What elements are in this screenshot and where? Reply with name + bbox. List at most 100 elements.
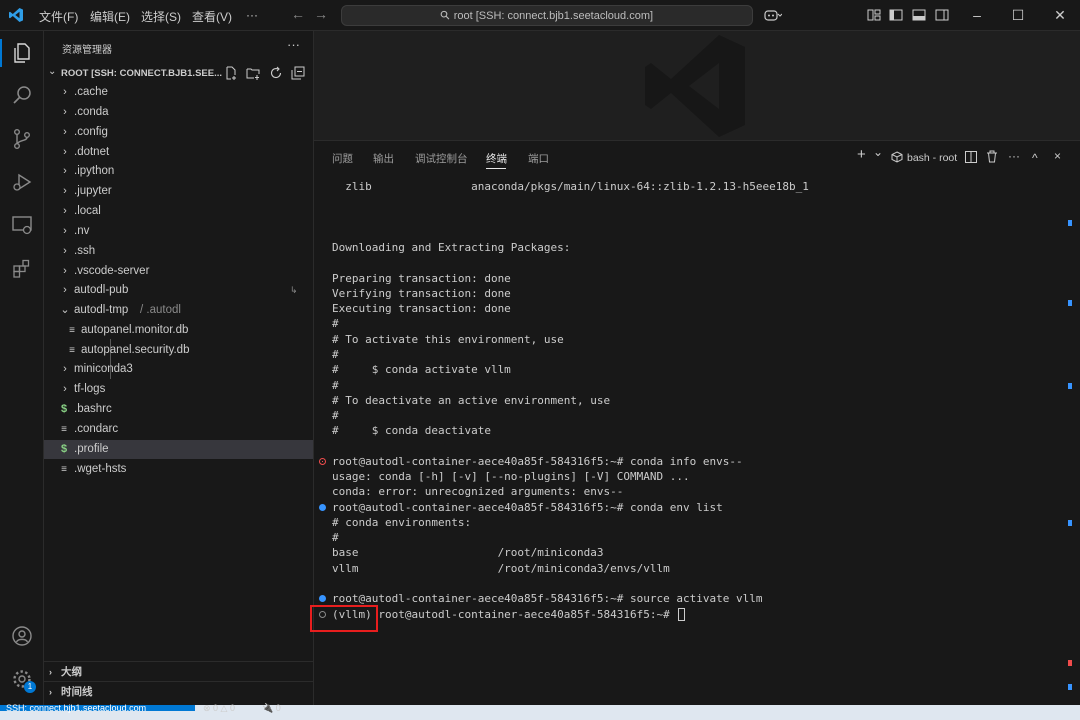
terminal-name[interactable]: bash - root	[907, 152, 957, 164]
tree-item-cache[interactable]: › .cache	[44, 83, 313, 102]
tab-output[interactable]: 输出	[373, 151, 394, 166]
run-debug-icon[interactable]	[10, 170, 34, 194]
chevron-down-icon[interactable]: ⌄	[873, 145, 883, 159]
tab-debug-console[interactable]: 调试控制台	[415, 151, 468, 166]
file-lines-icon: ≡	[61, 424, 67, 435]
terminal-line-text: # conda environments:	[332, 515, 472, 529]
tree-item-nv[interactable]: › .nv	[44, 222, 313, 241]
maximize-icon[interactable]: ☐	[1008, 5, 1028, 25]
chevron-right-icon: ›	[63, 363, 67, 375]
more-actions-icon[interactable]: ···	[1008, 149, 1020, 163]
terminal-line-text: root@autodl-container-aece40a85f-584316f…	[332, 454, 743, 468]
menu-selection[interactable]: 选择(S)	[141, 8, 181, 25]
terminal-line-text: #	[332, 317, 339, 331]
tree-item-profile[interactable]: $ .profile	[44, 440, 313, 459]
vscode-watermark-icon	[645, 35, 745, 137]
scrollbar-marker	[1068, 520, 1072, 526]
shell-dollar-icon: $	[60, 403, 68, 415]
workspace-root[interactable]: ⌄ ROOT [SSH: CONNECT.BJB1.SEE...	[44, 64, 314, 84]
collapse-all-icon[interactable]	[291, 66, 305, 80]
trash-icon[interactable]	[986, 150, 998, 163]
terminal-line-text: Executing transaction: done	[332, 302, 511, 316]
chevron-right-icon: ›	[63, 126, 67, 138]
more-actions-icon[interactable]: ···	[287, 37, 300, 52]
tab-problems[interactable]: 问题	[332, 151, 353, 166]
toggle-primary-sidebar-icon[interactable]	[889, 8, 903, 22]
chevron-right-icon: ›	[63, 265, 67, 277]
outline-section[interactable]: › 大纲	[44, 661, 314, 681]
toggle-panel-icon[interactable]	[912, 8, 926, 22]
command-success-icon[interactable]	[319, 503, 326, 511]
customize-layout-icon[interactable]	[867, 8, 881, 22]
forward-button[interactable]: →	[314, 6, 328, 22]
back-button[interactable]: ←	[291, 6, 305, 22]
new-folder-icon[interactable]	[246, 66, 260, 80]
tree-item-autodl-pub[interactable]: › autodl-pub ↳	[44, 281, 313, 300]
tab-terminal[interactable]: 终端	[486, 151, 507, 166]
terminal-line-text: # To deactivate an active environment, u…	[332, 393, 611, 407]
tree-item-label: .profile	[74, 443, 109, 455]
chevron-right-icon: ›	[63, 86, 67, 98]
tree-item-bashrc[interactable]: $ .bashrc	[44, 400, 313, 419]
compact-folder-suffix: / .autodl	[140, 304, 181, 316]
tree-item-label: autodl-pub	[74, 284, 129, 296]
explorer-icon[interactable]	[10, 41, 34, 65]
command-failed-icon[interactable]	[319, 457, 326, 465]
tab-ports[interactable]: 端口	[528, 151, 549, 166]
close-panel-icon[interactable]: ×	[1054, 149, 1061, 163]
refresh-icon[interactable]	[269, 66, 283, 80]
active-tab-indicator	[486, 168, 506, 169]
account-icon[interactable]	[10, 624, 34, 648]
new-terminal-icon[interactable]: +	[857, 146, 866, 163]
chevron-right-icon: ›	[63, 146, 67, 158]
tree-item-autopanel-monitor[interactable]: ≡ autopanel.monitor.db	[44, 321, 313, 340]
vscode-logo-icon[interactable]	[8, 7, 24, 23]
close-window-icon[interactable]: ✕	[1050, 5, 1070, 25]
remote-explorer-icon[interactable]	[10, 213, 34, 237]
copilot-icon[interactable]	[764, 8, 782, 22]
terminal-line-text: root@autodl-container-aece40a85f-584316f…	[332, 592, 763, 606]
menu-file[interactable]: 文件(F)	[39, 8, 78, 25]
tree-item-local[interactable]: › .local	[44, 202, 313, 221]
command-center[interactable]: ⚲root [SSH: connect.bjb1.seetacloud.com]	[341, 5, 753, 26]
remote-label[interactable]: SSH: connect.bjb1.seetacloud.com	[6, 703, 146, 713]
tree-item-label: .vscode-server	[74, 265, 150, 277]
tree-item-condarc[interactable]: ≡ .condarc	[44, 420, 313, 439]
tree-item-tf-logs[interactable]: › tf-logs	[44, 380, 313, 399]
tree-item-wget-hsts[interactable]: ≡ .wget-hsts	[44, 460, 313, 479]
title-bar: 文件(F) 编辑(E) 选择(S) 查看(V) ··· ← → ⚲root [S…	[0, 0, 1080, 31]
split-terminal-icon[interactable]	[965, 151, 977, 163]
terminal-line: root@autodl-container-aece40a85f-584316f…	[319, 454, 743, 469]
tree-item-miniconda3[interactable]: › miniconda3	[44, 360, 313, 379]
search-icon[interactable]	[10, 84, 34, 108]
tree-item-conda[interactable]: › .conda	[44, 103, 313, 122]
tree-item-config[interactable]: › .config	[44, 123, 313, 142]
menu-edit[interactable]: 编辑(E)	[90, 8, 130, 25]
tree-item-autopanel-security[interactable]: ≡ autopanel.security.db	[44, 341, 313, 360]
minimize-icon[interactable]: –	[967, 5, 987, 25]
terminal-profile-icon	[891, 151, 903, 163]
workspace-root-label: ROOT [SSH: CONNECT.BJB1.SEE...	[61, 68, 222, 79]
tree-item-vscode-server[interactable]: › .vscode-server	[44, 262, 313, 281]
tree-item-label: .conda	[74, 106, 109, 118]
tree-item-label: .ssh	[74, 245, 96, 257]
maximize-panel-icon[interactable]: ^	[1032, 151, 1038, 165]
problems-status[interactable]: ⊗ 0 △ 0	[203, 703, 235, 714]
tree-item-autodl-tmp[interactable]: ⌄ autodl-tmp / .autodl	[44, 301, 313, 320]
timeline-section[interactable]: › 时间线	[44, 681, 314, 701]
extensions-icon[interactable]	[10, 257, 34, 281]
menu-more[interactable]: ···	[246, 8, 258, 22]
tree-item-dotnet[interactable]: › .dotnet	[44, 143, 313, 162]
highlight-box	[310, 605, 378, 632]
command-success-icon[interactable]	[319, 595, 326, 603]
tree-item-ipython[interactable]: › .ipython	[44, 162, 313, 181]
new-file-icon[interactable]	[224, 66, 238, 80]
menu-view[interactable]: 查看(V)	[192, 8, 232, 25]
source-control-icon[interactable]	[10, 127, 34, 151]
terminal-line-text: root@autodl-container-aece40a85f-584316f…	[332, 500, 723, 514]
toggle-secondary-sidebar-icon[interactable]	[935, 8, 949, 22]
tree-item-jupyter[interactable]: › .jupyter	[44, 182, 313, 201]
ports-status[interactable]: 🔌 0	[262, 703, 281, 714]
tree-item-ssh[interactable]: › .ssh	[44, 242, 313, 261]
command-center-label: root [SSH: connect.bjb1.seetacloud.com]	[453, 10, 654, 22]
